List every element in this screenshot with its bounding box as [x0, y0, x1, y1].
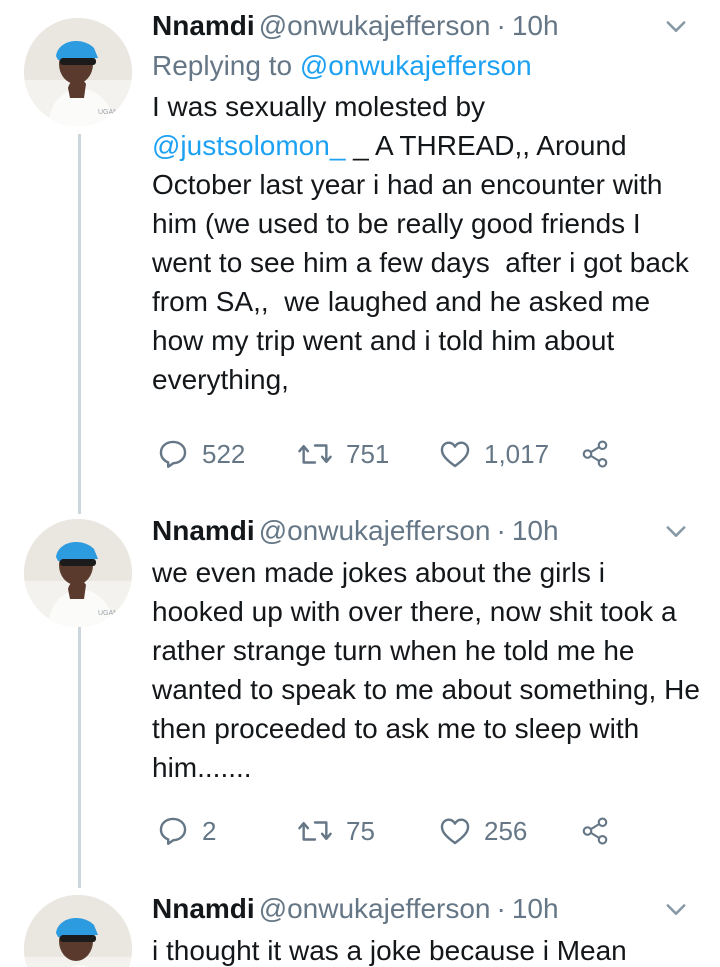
retweet-count: 75 — [346, 815, 375, 846]
reply-button[interactable]: 2 — [156, 811, 216, 851]
timestamp[interactable]: 10h — [512, 515, 559, 546]
tweet-actions: 2 75 256 — [152, 811, 632, 851]
tweet-actions: 522 751 1,017 — [152, 434, 632, 474]
replying-to-link[interactable]: @onwukajefferson — [300, 50, 532, 81]
tweet-text: we even made jokes about the girls i hoo… — [152, 557, 708, 783]
like-count: 1,017 — [484, 438, 550, 469]
svg-text:UGAN: UGAN — [98, 109, 118, 116]
tweet-header: Nnamdi @onwukajefferson · 10h — [152, 511, 704, 551]
tweet-text-part: I was sexually molested by — [152, 91, 486, 122]
user-handle[interactable]: @onwukajefferson — [259, 893, 491, 924]
reply-count: 2 — [202, 815, 217, 846]
timestamp[interactable]: 10h — [512, 893, 559, 924]
display-name[interactable]: Nnamdi — [152, 893, 255, 924]
svg-text:UGAN: UGAN — [98, 610, 118, 617]
chevron-down-icon[interactable] — [662, 517, 690, 545]
chevron-down-icon[interactable] — [662, 12, 690, 40]
avatar-image: UGAN — [24, 519, 132, 627]
like-count: 256 — [484, 815, 528, 846]
share-button[interactable] — [580, 811, 610, 851]
user-handle[interactable]: @onwukajefferson — [259, 515, 491, 546]
user-handle[interactable]: @onwukajefferson — [259, 10, 491, 41]
like-button[interactable]: 256 — [438, 811, 527, 851]
heart-icon — [440, 818, 470, 845]
share-icon — [582, 817, 608, 845]
share-icon — [582, 440, 608, 468]
mention-link[interactable]: @justsolomon_ — [152, 130, 345, 161]
retweet-icon — [298, 821, 332, 841]
tweet-header: Nnamdi @onwukajefferson · 10h — [152, 889, 704, 929]
timestamp[interactable]: 10h — [512, 10, 559, 41]
tweet[interactable]: UGAN Nnamdi @onwukajefferson · 10h we even … — [0, 505, 720, 889]
heart-icon — [440, 441, 470, 468]
separator: · — [496, 893, 506, 924]
retweet-icon — [298, 444, 332, 464]
avatar[interactable] — [24, 895, 132, 967]
tweet[interactable]: UGAN Nnamdi @onwukajefferson · 10h Replying… — [0, 0, 720, 505]
avatar-image — [24, 895, 132, 967]
retweet-button[interactable]: 751 — [296, 434, 389, 474]
avatar[interactable]: UGAN — [24, 519, 132, 627]
share-button[interactable] — [580, 434, 610, 474]
reply-count: 522 — [202, 438, 246, 469]
replying-to: Replying to @onwukajefferson — [152, 46, 704, 85]
tweet-text: i thought it was a joke because i Mean — [152, 935, 627, 966]
reply-icon — [159, 817, 187, 845]
avatar-image: UGAN — [24, 18, 132, 126]
tweet-header: Nnamdi @onwukajefferson · 10h — [152, 6, 704, 46]
reply-button[interactable]: 522 — [156, 434, 245, 474]
tweet-text-part: _ A THREAD,, Around October last year i … — [152, 130, 697, 395]
avatar[interactable]: UGAN — [24, 18, 132, 126]
tweet[interactable]: Nnamdi @onwukajefferson · 10h i thought it … — [0, 889, 720, 967]
retweet-button[interactable]: 75 — [296, 811, 375, 851]
replying-prefix: Replying to — [152, 50, 293, 81]
display-name[interactable]: Nnamdi — [152, 10, 255, 41]
separator: · — [496, 515, 506, 546]
like-button[interactable]: 1,017 — [438, 434, 549, 474]
display-name[interactable]: Nnamdi — [152, 515, 255, 546]
separator: · — [496, 10, 506, 41]
tweet-text: I was sexually molested by @justsolomon_… — [152, 87, 704, 399]
chevron-down-icon[interactable] — [662, 895, 690, 923]
retweet-count: 751 — [346, 438, 390, 469]
reply-icon — [159, 440, 187, 468]
